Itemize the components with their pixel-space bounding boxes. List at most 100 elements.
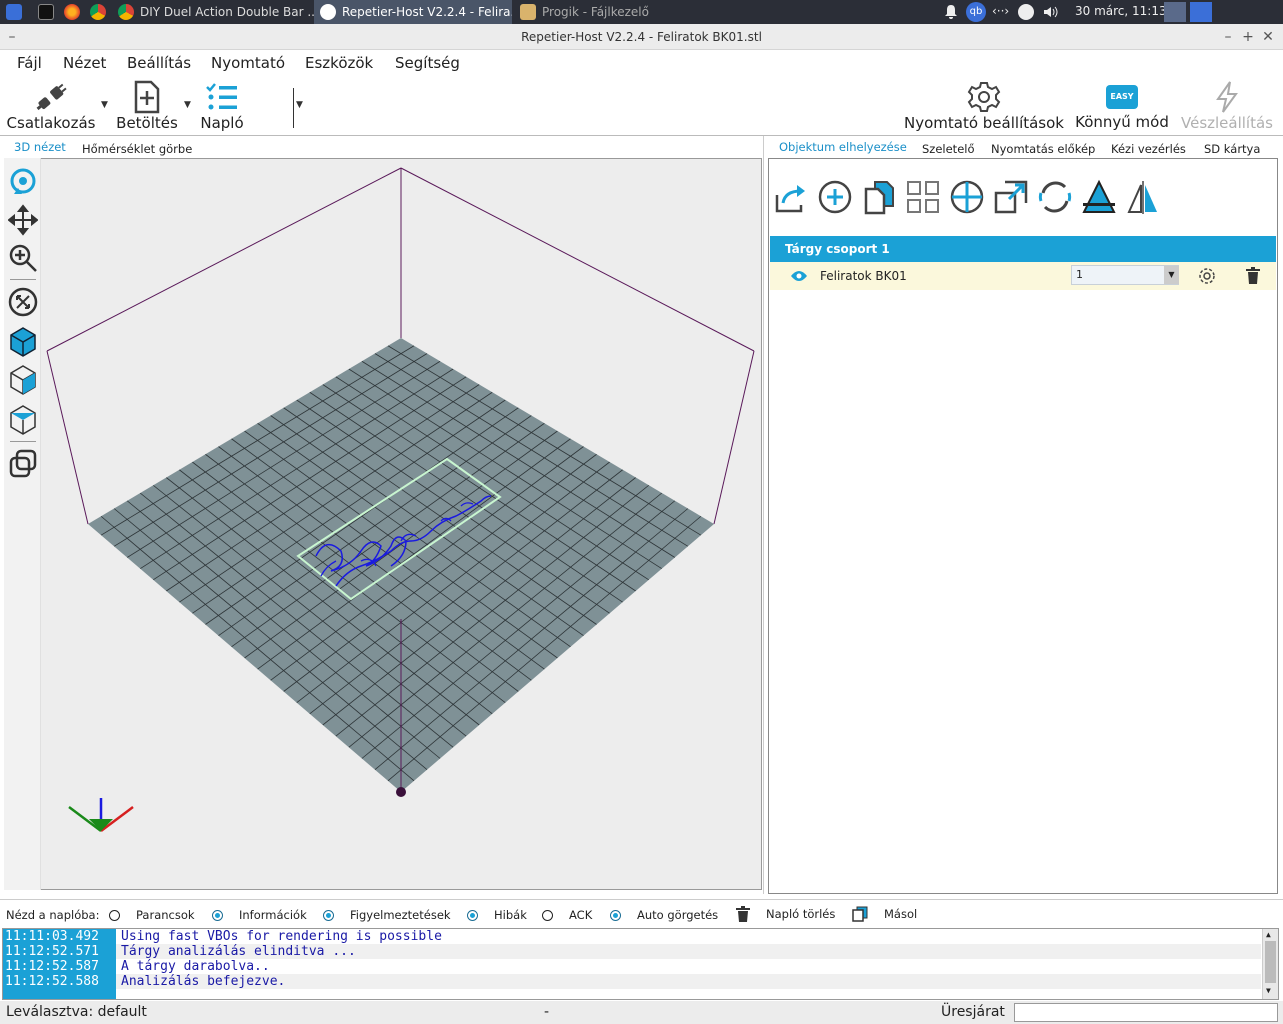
autoposition-grid-icon[interactable]: [905, 179, 941, 215]
window-menu-icon[interactable]: –: [2, 24, 22, 50]
radio-commands[interactable]: [109, 909, 120, 921]
radio-errors[interactable]: [467, 909, 478, 921]
log-list[interactable]: 11:11:03.492 Using fast VBOs for renderi…: [2, 928, 1279, 1000]
emergency-stop-button[interactable]: Vészleállítás: [1178, 78, 1276, 134]
chrome-tray-icon[interactable]: [1190, 2, 1212, 22]
terminal-launcher[interactable]: [32, 0, 58, 24]
scroll-down-icon[interactable]: ▼: [1266, 986, 1271, 995]
copy-log-button[interactable]: Másol: [852, 906, 917, 922]
log-row[interactable]: 11:12:52.571 Tárgy analizálás elinditva …: [3, 944, 1261, 959]
log-filter-errors[interactable]: Hibák: [467, 908, 527, 922]
object-group-header[interactable]: Tárgy csoport 1: [770, 236, 1276, 262]
scale-object-icon[interactable]: [993, 179, 1029, 215]
maximize-button[interactable]: +: [1238, 24, 1258, 50]
axis-gizmo: [68, 798, 134, 832]
radio-autoscroll[interactable]: [610, 909, 621, 921]
toolbar-overflow-icon[interactable]: ▼: [296, 100, 303, 110]
tab-3d-view[interactable]: 3D nézet: [14, 140, 66, 154]
radio-warnings[interactable]: [323, 909, 334, 921]
taskbar-window-files[interactable]: Progik - Fájlkezelő: [514, 0, 684, 24]
window-title: Repetier-Host V2.2.4 - Feliratok BK01.st…: [521, 30, 762, 44]
connection-status: Leválasztva: default: [6, 1004, 147, 1020]
taskbar-window-chrome[interactable]: DIY Duel Action Double Bar ...: [112, 0, 314, 24]
log-button[interactable]: Napló: [197, 78, 247, 134]
copy-object-icon[interactable]: [861, 179, 897, 215]
volume-icon[interactable]: [1042, 4, 1058, 20]
printer-state: Üresjárat: [941, 1004, 1005, 1020]
export-object-icon[interactable]: [773, 179, 809, 215]
log-filter-commands[interactable]: Parancsok: [109, 908, 195, 922]
copy-log-label: Másol: [884, 907, 918, 921]
log-row[interactable]: 11:12:52.587 A tárgy darabolva..: [3, 959, 1261, 974]
clear-log-label: Napló törlés: [766, 907, 836, 921]
radio-ack[interactable]: [542, 909, 553, 921]
chrome-launcher[interactable]: [84, 0, 110, 24]
right-tab-bar: Objektum elhelyezése Szeletelő Nyomtatás…: [766, 136, 1283, 158]
iso-view-icon[interactable]: [8, 326, 38, 358]
object-settings-gear-icon[interactable]: [1198, 267, 1216, 285]
log-filter-info[interactable]: Információk: [212, 908, 307, 922]
app-menu-button[interactable]: [0, 0, 26, 24]
tab-slicer[interactable]: Szeletelő: [922, 142, 975, 156]
log-filter-warnings[interactable]: Figyelmeztetések: [323, 908, 451, 922]
taskbar-window-repetier[interactable]: Repetier-Host V2.2.4 - Felira...: [314, 0, 512, 24]
load-button[interactable]: Betöltés: [114, 78, 180, 134]
log-scrollbar[interactable]: ▲ ▼: [1262, 929, 1278, 999]
menu-tools[interactable]: Eszközök: [305, 54, 373, 72]
close-button[interactable]: ✕: [1258, 24, 1278, 50]
menu-settings[interactable]: Beállítás: [127, 54, 191, 72]
add-object-icon[interactable]: [817, 179, 853, 215]
minimize-button[interactable]: –: [1218, 24, 1238, 50]
rotate-view-icon[interactable]: [8, 166, 38, 198]
load-dropdown-icon[interactable]: ▼: [184, 100, 191, 110]
easy-mode-button[interactable]: EASY Könnyű mód: [1074, 78, 1170, 134]
mirror-object-icon[interactable]: [1125, 179, 1161, 215]
log-filter-option-label: Parancsok: [136, 908, 195, 922]
connect-button[interactable]: Csatlakozás: [4, 78, 98, 134]
object-row[interactable]: Feliratok BK01 1 ▼: [770, 262, 1276, 290]
tab-print-preview[interactable]: Nyomtatás előkép: [991, 142, 1095, 156]
front-view-icon[interactable]: [8, 364, 38, 396]
scrollbar-thumb[interactable]: [1265, 941, 1276, 983]
add-file-icon: [134, 80, 160, 114]
zoom-view-icon[interactable]: [8, 242, 38, 274]
3d-viewport[interactable]: [4, 158, 762, 890]
delete-object-trash-icon[interactable]: [1245, 267, 1261, 285]
tab-object-placement[interactable]: Objektum elhelyezése: [779, 140, 907, 154]
qbittorrent-tray-icon[interactable]: qb: [966, 2, 986, 22]
object-copies-select[interactable]: 1 ▼: [1071, 265, 1179, 285]
visibility-eye-icon[interactable]: [790, 270, 808, 282]
menu-help[interactable]: Segítség: [395, 54, 460, 72]
perspective-toggle-icon[interactable]: [8, 448, 38, 480]
fit-view-icon[interactable]: [8, 286, 38, 318]
log-row[interactable]: 11:12:52.588 Analizálás befejezve.: [3, 974, 1261, 989]
network-tray-icon[interactable]: ‹··›: [992, 4, 1009, 18]
scroll-up-icon[interactable]: ▲: [1266, 930, 1271, 939]
repetier-tray-icon[interactable]: [1164, 2, 1186, 22]
cut-object-icon[interactable]: [1081, 179, 1117, 215]
object-copies-value: 1: [1076, 268, 1083, 281]
top-view-icon[interactable]: [8, 404, 38, 436]
tab-temperature-curve[interactable]: Hőmérséklet görbe: [82, 142, 192, 156]
log-row[interactable]: 11:11:03.492 Using fast VBOs for renderi…: [3, 929, 1261, 944]
object-name[interactable]: Feliratok BK01: [820, 269, 907, 283]
move-view-icon[interactable]: [8, 204, 38, 236]
log-filter-ack[interactable]: ACK: [542, 908, 592, 922]
menu-view[interactable]: Nézet: [63, 54, 106, 72]
menu-printer[interactable]: Nyomtató: [211, 54, 285, 72]
printer-settings-button[interactable]: Nyomtató beállítások: [904, 78, 1064, 134]
clear-log-button[interactable]: Napló törlés: [736, 906, 835, 922]
menu-file[interactable]: Fájl: [17, 54, 42, 72]
power-tray-icon[interactable]: [1018, 4, 1034, 20]
tab-manual-control[interactable]: Kézi vezérlés: [1111, 142, 1186, 156]
build-volume-frame: [46, 167, 755, 352]
log-filter-autoscroll[interactable]: Auto görgetés: [610, 908, 718, 922]
radio-info[interactable]: [212, 909, 223, 921]
center-object-icon[interactable]: [949, 179, 985, 215]
connect-dropdown-icon[interactable]: ▼: [101, 100, 108, 110]
tab-sd-card[interactable]: SD kártya: [1204, 142, 1260, 156]
clock[interactable]: 30 márc, 11:13: [1075, 4, 1167, 18]
rotate-object-icon[interactable]: [1037, 179, 1073, 215]
notification-bell-icon[interactable]: [944, 4, 958, 20]
firefox-launcher[interactable]: [58, 0, 84, 24]
